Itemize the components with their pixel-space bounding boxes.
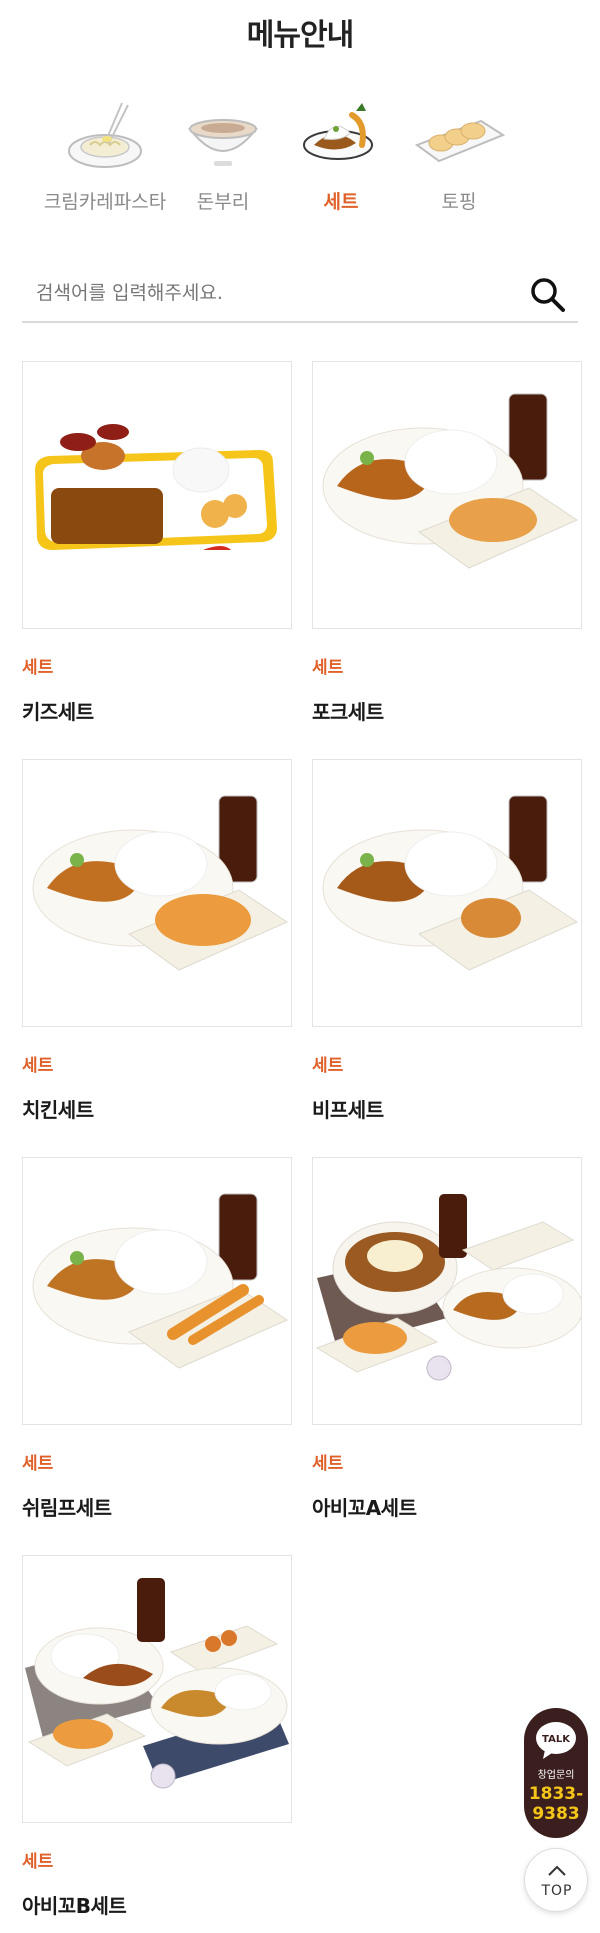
chicken-set-image[interactable] [22, 759, 292, 1027]
abiko-b-set-image[interactable] [22, 1555, 292, 1823]
talk-phone-line2: 9383 [532, 1804, 580, 1824]
menu-card-kids-set[interactable]: 세트 키즈세트 [22, 361, 292, 725]
menu-item-category: 세트 [312, 1454, 344, 1474]
menu-item-category: 세트 [22, 1056, 54, 1076]
menu-item-name[interactable]: 아비꼬A세트 [312, 1492, 582, 1521]
kids-set-image[interactable] [22, 361, 292, 629]
category-nav: 크림카레파스타 돈부리 세트 토핑 [40, 95, 560, 225]
search-bar [22, 265, 578, 323]
talk-bubble-icon: TALK [536, 1722, 576, 1759]
search-icon [531, 278, 565, 312]
beef-set-image[interactable] [312, 759, 582, 1027]
menu-item-category: 세트 [22, 1852, 54, 1872]
menu-card-beef-set[interactable]: 세트 비프세트 [312, 759, 582, 1123]
pasta-plate-icon [68, 102, 142, 168]
menu-item-name[interactable]: 아비꼬B세트 [22, 1890, 292, 1919]
menu-card-pork-set[interactable]: 세트 포크세트 [312, 361, 582, 725]
talk-phone-line1: 1833- [528, 1784, 584, 1804]
scroll-to-top-button[interactable]: TOP [524, 1848, 588, 1912]
page-title: 메뉴안내 [246, 18, 354, 53]
abiko-a-set-image[interactable] [312, 1157, 582, 1425]
menu-item-category: 세트 [312, 1056, 344, 1076]
category-tab-donburi[interactable]: 돈부리 [158, 95, 288, 214]
menu-card-abiko-b-set[interactable]: 세트 아비꼬B세트 [22, 1555, 292, 1919]
top-label: TOP [541, 1883, 573, 1899]
pork-set-image[interactable] [312, 361, 582, 629]
menu-item-name[interactable]: 쉬림프세트 [22, 1492, 292, 1521]
kakao-talk-inquiry-button[interactable]: TALK 창업문의 1833- 9383 [524, 1708, 588, 1838]
topping-plate-icon [414, 119, 506, 163]
talk-label: 창업문의 [537, 1770, 575, 1781]
menu-card-chicken-set[interactable]: 세트 치킨세트 [22, 759, 292, 1123]
category-tab-cream-curry-pasta[interactable]: 크림카레파스타 [40, 95, 170, 214]
chevron-up-icon [548, 1865, 566, 1876]
menu-item-name[interactable]: 비프세트 [312, 1094, 582, 1123]
menu-item-name[interactable]: 치킨세트 [22, 1094, 292, 1123]
category-label: 토핑 [441, 191, 477, 213]
menu-item-category: 세트 [312, 658, 344, 678]
category-tab-set[interactable]: 세트 [276, 95, 406, 214]
menu-item-name[interactable]: 키즈세트 [22, 696, 292, 725]
menu-item-category: 세트 [22, 1454, 54, 1474]
menu-item-name[interactable]: 포크세트 [312, 696, 582, 725]
shrimp-set-image[interactable] [22, 1157, 292, 1425]
talk-badge: TALK [542, 1734, 571, 1745]
category-label: 세트 [323, 191, 359, 213]
rice-bowl-icon [187, 119, 259, 166]
search-button[interactable] [528, 275, 568, 315]
search-input[interactable] [36, 273, 506, 313]
menu-item-category: 세트 [22, 658, 54, 678]
menu-card-shrimp-set[interactable]: 세트 쉬림프세트 [22, 1157, 292, 1521]
set-plate-icon [303, 103, 373, 160]
category-tab-topping[interactable]: 토핑 [394, 95, 524, 214]
category-label: 크림카레파스타 [43, 191, 167, 213]
category-label: 돈부리 [196, 191, 250, 213]
menu-card-abiko-a-set[interactable]: 세트 아비꼬A세트 [312, 1157, 582, 1521]
